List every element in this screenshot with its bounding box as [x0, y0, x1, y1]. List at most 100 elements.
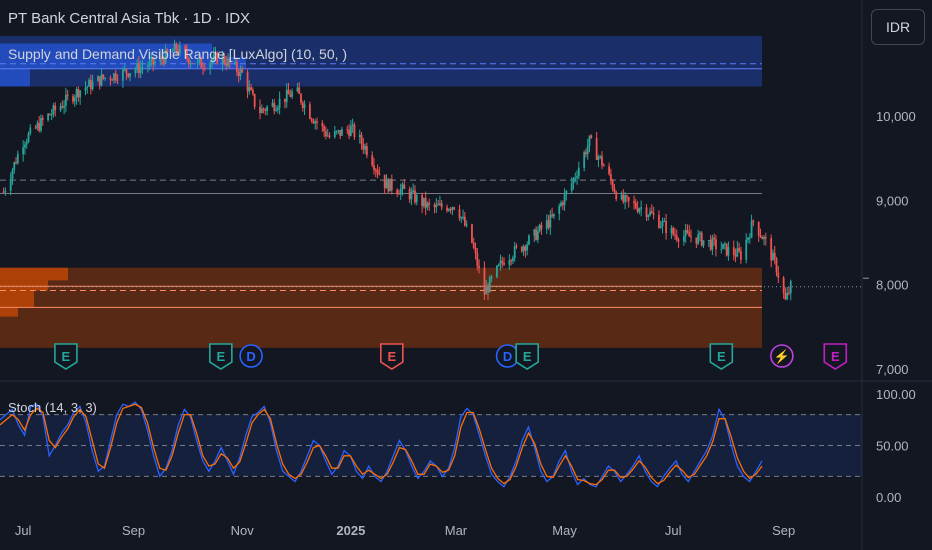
candle-body — [563, 194, 566, 206]
candle-body — [398, 193, 400, 195]
candle-body — [36, 123, 39, 129]
candle-body — [435, 204, 438, 208]
candle-body — [661, 221, 664, 227]
candle-body — [474, 247, 477, 254]
candle-body — [111, 79, 114, 81]
candle-body — [326, 135, 329, 137]
candle-body — [715, 239, 717, 250]
candle-body — [551, 214, 554, 217]
candle-body — [284, 98, 286, 103]
candle-body — [285, 89, 288, 103]
candle-body — [48, 113, 51, 116]
candle-body — [520, 246, 523, 252]
candle-body — [782, 277, 785, 293]
stoch-tick-label: 100.00 — [876, 387, 916, 402]
candle-body — [788, 292, 790, 294]
candle-body — [378, 173, 381, 175]
candle-body — [626, 195, 628, 198]
indicator-label-stoch[interactable]: Stoch (14, 3, 3) — [8, 400, 97, 415]
candle-body — [483, 267, 486, 295]
event-marker-label: ⚡ — [774, 349, 790, 365]
candle-body — [650, 211, 653, 214]
candle-body — [349, 125, 352, 136]
candle-body — [759, 235, 762, 237]
candle-body — [235, 62, 238, 72]
candle-body — [325, 131, 327, 137]
candle-body — [757, 221, 760, 236]
candle-body — [652, 213, 655, 215]
candle-body — [688, 232, 691, 237]
event-marker-label: E — [387, 349, 396, 364]
candle-body — [339, 130, 342, 136]
candle-body — [734, 254, 737, 257]
candle-body — [786, 292, 789, 300]
candle-body — [353, 124, 356, 137]
candle-body — [127, 73, 130, 77]
stoch-tick-label: 0.00 — [876, 490, 901, 505]
candle-body — [321, 122, 324, 127]
candle-body — [609, 173, 612, 181]
candle-body — [16, 154, 19, 164]
chart-canvas[interactable]: 10,0009,0008,0007,000E E D E D E E ⚡ E100.0050.0… — [0, 0, 932, 550]
event-marker-earnings: E — [380, 343, 404, 370]
candle-body — [722, 243, 724, 249]
candle-body — [189, 63, 192, 65]
candle-body — [570, 183, 573, 191]
candle-body — [649, 211, 651, 216]
candle-body — [526, 244, 529, 251]
candle-body — [202, 67, 204, 69]
candle-body — [296, 87, 299, 92]
candle-body — [373, 165, 375, 170]
candle-body — [371, 155, 374, 166]
candle-body — [437, 204, 440, 206]
candle-body — [512, 257, 514, 261]
candle-body — [348, 130, 350, 136]
candle-body — [287, 89, 290, 95]
candle-body — [699, 232, 701, 235]
candle-body — [595, 137, 598, 160]
candle-body — [784, 292, 787, 300]
candle-body — [98, 76, 101, 86]
candle-body — [574, 177, 577, 179]
demand-profile-bar — [0, 307, 18, 317]
candle-body — [536, 231, 539, 240]
candle-body — [672, 228, 675, 235]
candle-body — [401, 184, 404, 189]
candle-body — [613, 188, 616, 193]
indicator-label-supply-demand[interactable]: Supply and Demand Visible Range [LuxAlgo… — [8, 46, 347, 62]
candle-body — [241, 69, 244, 73]
candle-body — [590, 135, 593, 138]
candle-body — [739, 251, 742, 260]
candle-body — [747, 237, 749, 240]
candle-body — [390, 178, 393, 190]
candle-body — [709, 240, 712, 250]
x-tick-label: Jul — [665, 523, 682, 538]
candle-body — [25, 141, 28, 145]
candle-body — [59, 106, 62, 111]
candle-body — [547, 220, 550, 228]
candle-body — [209, 62, 212, 70]
event-marker-earnings: E — [709, 343, 734, 370]
event-marker-label: E — [62, 349, 71, 364]
candle-body — [674, 234, 676, 236]
x-tick-label: May — [552, 523, 577, 538]
currency-button[interactable]: IDR — [871, 9, 925, 45]
candle-body — [748, 237, 751, 239]
candle-body — [490, 276, 493, 278]
candle-body — [312, 120, 315, 124]
candle-body — [415, 195, 418, 203]
candle-body — [134, 69, 137, 74]
candle-body — [538, 224, 541, 232]
candle-body — [276, 107, 279, 111]
candle-body — [29, 127, 32, 134]
event-marker-label: E — [717, 349, 726, 364]
candle-body — [627, 197, 630, 201]
candle-body — [77, 88, 80, 98]
demand-profile-bar — [0, 267, 68, 281]
candle-body — [725, 243, 728, 256]
candle-body — [503, 262, 505, 265]
candle-body — [745, 239, 748, 260]
candle-body — [139, 67, 142, 73]
candle-body — [73, 97, 76, 102]
candle-body — [27, 133, 30, 142]
